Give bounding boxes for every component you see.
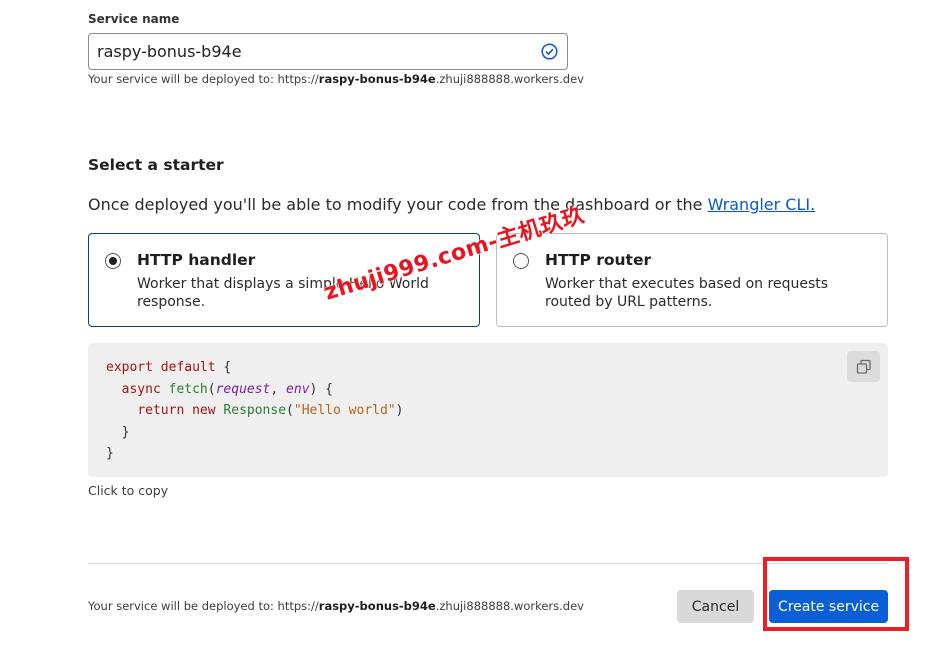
- deploy-url-service: raspy-bonus-b94e: [318, 599, 436, 613]
- service-name-field[interactable]: [88, 33, 568, 70]
- starter-option-description: Worker that displays a simple Hello Worl…: [137, 276, 429, 310]
- code-snippet[interactable]: export default { async fetch(request, en…: [88, 343, 888, 477]
- radio-selected-icon[interactable]: [105, 253, 121, 269]
- radio-unselected-icon[interactable]: [513, 253, 529, 269]
- deploy-url-hint: Your service will be deployed to: https:…: [88, 72, 584, 86]
- starter-description: Once deployed you'll be able to modify y…: [88, 195, 815, 214]
- deploy-url-prefix: Your service will be deployed to: https:…: [88, 72, 319, 86]
- deploy-url-suffix: .zhuji888888.workers.dev: [435, 72, 584, 86]
- deploy-url-suffix: .zhuji888888.workers.dev: [435, 599, 584, 613]
- starter-description-text: Once deployed you'll be able to modify y…: [88, 195, 708, 214]
- starter-option-title: HTTP router: [545, 251, 652, 269]
- code-block: export default { async fetch(request, en…: [106, 360, 404, 461]
- starter-option-http-router[interactable]: HTTP router Worker that executes based o…: [496, 233, 888, 327]
- footer-deploy-url-hint: Your service will be deployed to: https:…: [88, 599, 584, 613]
- deploy-url-prefix: Your service will be deployed to: https:…: [88, 599, 319, 613]
- highlight-box: [763, 557, 909, 631]
- starter-section-title: Select a starter: [88, 156, 224, 174]
- starter-option-description: Worker that executes based on requests r…: [545, 276, 829, 310]
- wrangler-cli-link[interactable]: Wrangler CLI.: [708, 195, 816, 214]
- cancel-button[interactable]: Cancel: [677, 590, 754, 623]
- check-circle-icon: [541, 43, 558, 60]
- starter-option-title: HTTP handler: [137, 251, 256, 269]
- click-to-copy-label: Click to copy: [88, 483, 169, 498]
- copy-button[interactable]: [847, 351, 880, 382]
- deploy-url-service: raspy-bonus-b94e: [318, 72, 436, 86]
- service-name-label: Service name: [88, 12, 180, 26]
- service-name-input[interactable]: [89, 34, 529, 69]
